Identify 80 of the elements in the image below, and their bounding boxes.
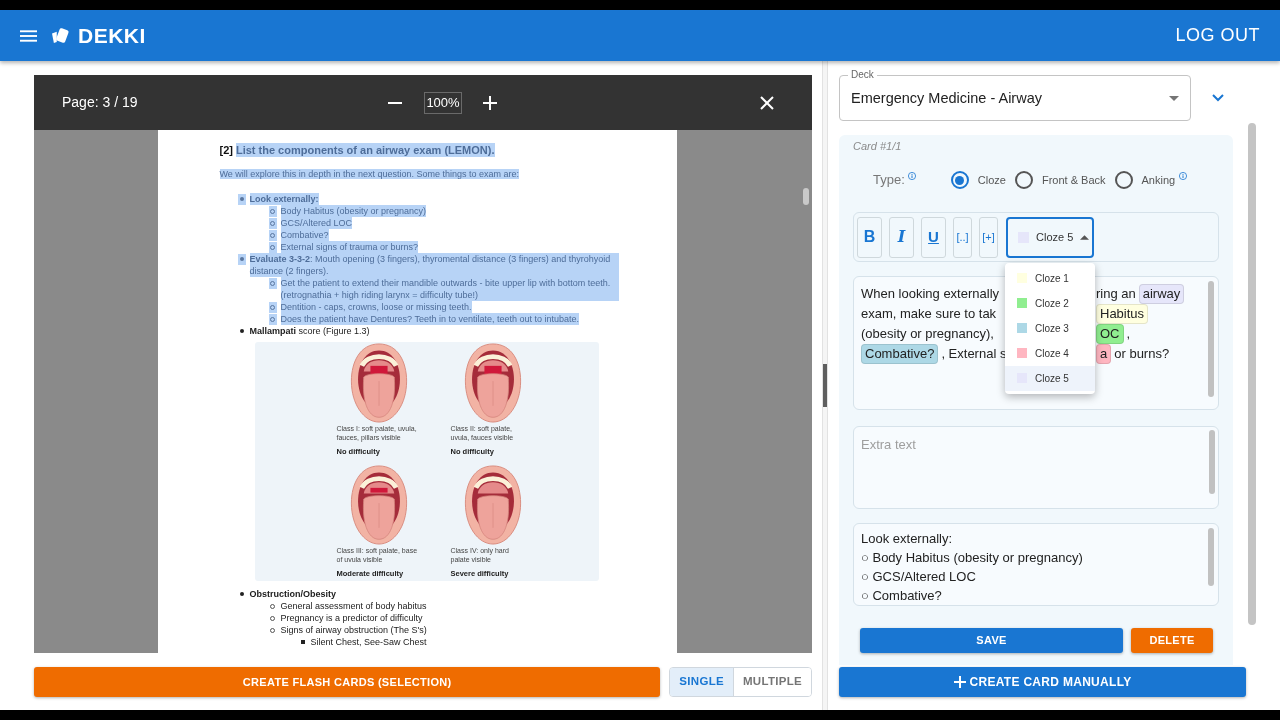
- mode-toggle[interactable]: SINGLE: [670, 668, 733, 696]
- scrollbar-thumb: [803, 188, 809, 205]
- cloze-option[interactable]: Cloze 2: [1005, 290, 1095, 316]
- list-item-text: Signs of airway obstruction (The S's): [280, 624, 427, 636]
- bullet-icon: [237, 253, 246, 265]
- cloze-option[interactable]: Cloze 5: [1005, 365, 1095, 391]
- list-item-text: Dentition - caps, crowns, loose or missing teeth.: [280, 301, 472, 313]
- cloze-highlight: airway: [1138, 284, 1185, 304]
- list-item-text: GCS/Altered LOC: [280, 217, 353, 229]
- circle-bullet-icon: [268, 301, 277, 313]
- list-item-text: Mallampati score (Figure 1.3): [249, 325, 370, 337]
- menu-button[interactable]: [19, 28, 37, 43]
- editor-text: or burns?: [1114, 345, 1170, 364]
- list-item-text: Pregnancy is a predictor of difficulty: [280, 612, 423, 624]
- cloze-button[interactable]: [..]: [953, 216, 972, 258]
- italic-button[interactable]: I: [889, 216, 914, 258]
- cards-logo-icon: [51, 27, 70, 44]
- cloze-highlight: OC: [1096, 324, 1124, 344]
- resize-handle[interactable]: [823, 364, 827, 407]
- bold-button[interactable]: B: [857, 216, 882, 258]
- editor-text: (obesity or pregnancy),: [861, 325, 994, 344]
- circle-bullet-icon: [268, 205, 277, 217]
- mode-toggle[interactable]: MULTIPLE: [732, 668, 811, 696]
- cloze-option[interactable]: Cloze 1: [1005, 265, 1095, 291]
- list-item-text: Evaluate 3-3-2: Mouth opening (3 fingers), thyromental distance (3 fingers) and thyrohyoid distance (2 fingers).: [249, 253, 619, 277]
- logout-button[interactable]: LOG OUT: [1175, 22, 1260, 49]
- question-number: [2]: [219, 143, 233, 157]
- save-button[interactable]: SAVE: [860, 628, 1123, 653]
- list-item-text: External signs of trauma or burns?: [280, 241, 419, 253]
- cloze-option[interactable]: Cloze 3: [1005, 315, 1095, 341]
- zoom-in-button[interactable]: [483, 95, 497, 110]
- close-button[interactable]: [760, 95, 774, 110]
- cloze-select[interactable]: Cloze 5: [1006, 216, 1094, 258]
- chevron-down-icon: [1212, 94, 1224, 102]
- editor-text: ring an: [1096, 285, 1136, 304]
- circle-bullet-icon: [268, 313, 277, 325]
- plus-icon: [483, 95, 497, 110]
- list-item-text: Does the patient have Dentures? Teeth in to ventilate, teeth out to intubate.: [280, 313, 580, 325]
- source-text-field[interactable]: Look externally: ○ Body Habitus (obesity or pregnancy) ○ GCS/Altered LOC ○ Combative?: [853, 523, 1219, 606]
- plus-icon: [953, 676, 966, 688]
- scrollbar-thumb: [1208, 528, 1214, 586]
- card-number: Card #1/1: [853, 139, 902, 153]
- list-item-text: Look externally:: [249, 193, 319, 205]
- cloze-option[interactable]: Cloze 4: [1005, 340, 1095, 366]
- underline-button[interactable]: U: [921, 216, 946, 258]
- zoom-field[interactable]: 100%: [424, 91, 462, 114]
- list-item-text: Get the patient to extend their mandible outwards - bite upper lip with bottom teeth. (retrognathia + high riding larynx = difficulty tube!): [280, 277, 619, 301]
- question-heading: List the components of an airway exam (LEMON).: [235, 143, 495, 157]
- page-indicator: Page: 3 / 19: [62, 93, 139, 112]
- circle-bullet-icon: [268, 241, 277, 253]
- scrollbar-thumb: [1209, 430, 1215, 494]
- list-item-text: Body Habitus (obesity or pregnancy): [280, 205, 427, 217]
- radio-option[interactable]: Anking: [1114, 171, 1188, 189]
- cloze-highlight: Combative?: [861, 344, 939, 364]
- editor-text: When looking externally: [861, 285, 1000, 304]
- circle-bullet-icon: [268, 217, 277, 229]
- list-item-text: Combative?: [280, 229, 329, 241]
- bullet-icon: [237, 193, 246, 205]
- minus-icon: [388, 101, 402, 104]
- list-item-text: Obstruction/Obesity: [249, 588, 336, 600]
- type-label: Type:: [873, 171, 905, 190]
- app-title: DEKKI: [78, 22, 146, 49]
- deck-select[interactable]: Deck Emergency Medicine - Airway: [839, 69, 1191, 121]
- add-cloze-button[interactable]: [+]: [979, 216, 998, 258]
- caret-up-icon: [1080, 234, 1090, 240]
- list-item-text: General assessment of body habitus: [280, 600, 427, 612]
- editor-text: exam, make sure to tak: [861, 305, 997, 324]
- circle-bullet-icon: [268, 229, 277, 241]
- extra-text-field[interactable]: Extra text: [853, 426, 1219, 509]
- editor-text: ,: [1126, 325, 1131, 344]
- radio-option[interactable]: Front & Back: [1014, 171, 1106, 189]
- caret-down-icon: [1169, 96, 1179, 101]
- menu-icon: [19, 29, 37, 42]
- close-icon: [760, 95, 774, 110]
- cloze-highlight: a: [1096, 344, 1112, 364]
- radio-option[interactable]: Cloze: [950, 171, 1006, 189]
- list-item-text: Silent Chest, See-Saw Chest: [310, 636, 427, 648]
- create-card-button[interactable]: CREATE CARD MANUALLY: [839, 667, 1246, 697]
- circle-bullet-icon: [268, 277, 277, 289]
- cloze-highlight: Habitus: [1096, 304, 1149, 324]
